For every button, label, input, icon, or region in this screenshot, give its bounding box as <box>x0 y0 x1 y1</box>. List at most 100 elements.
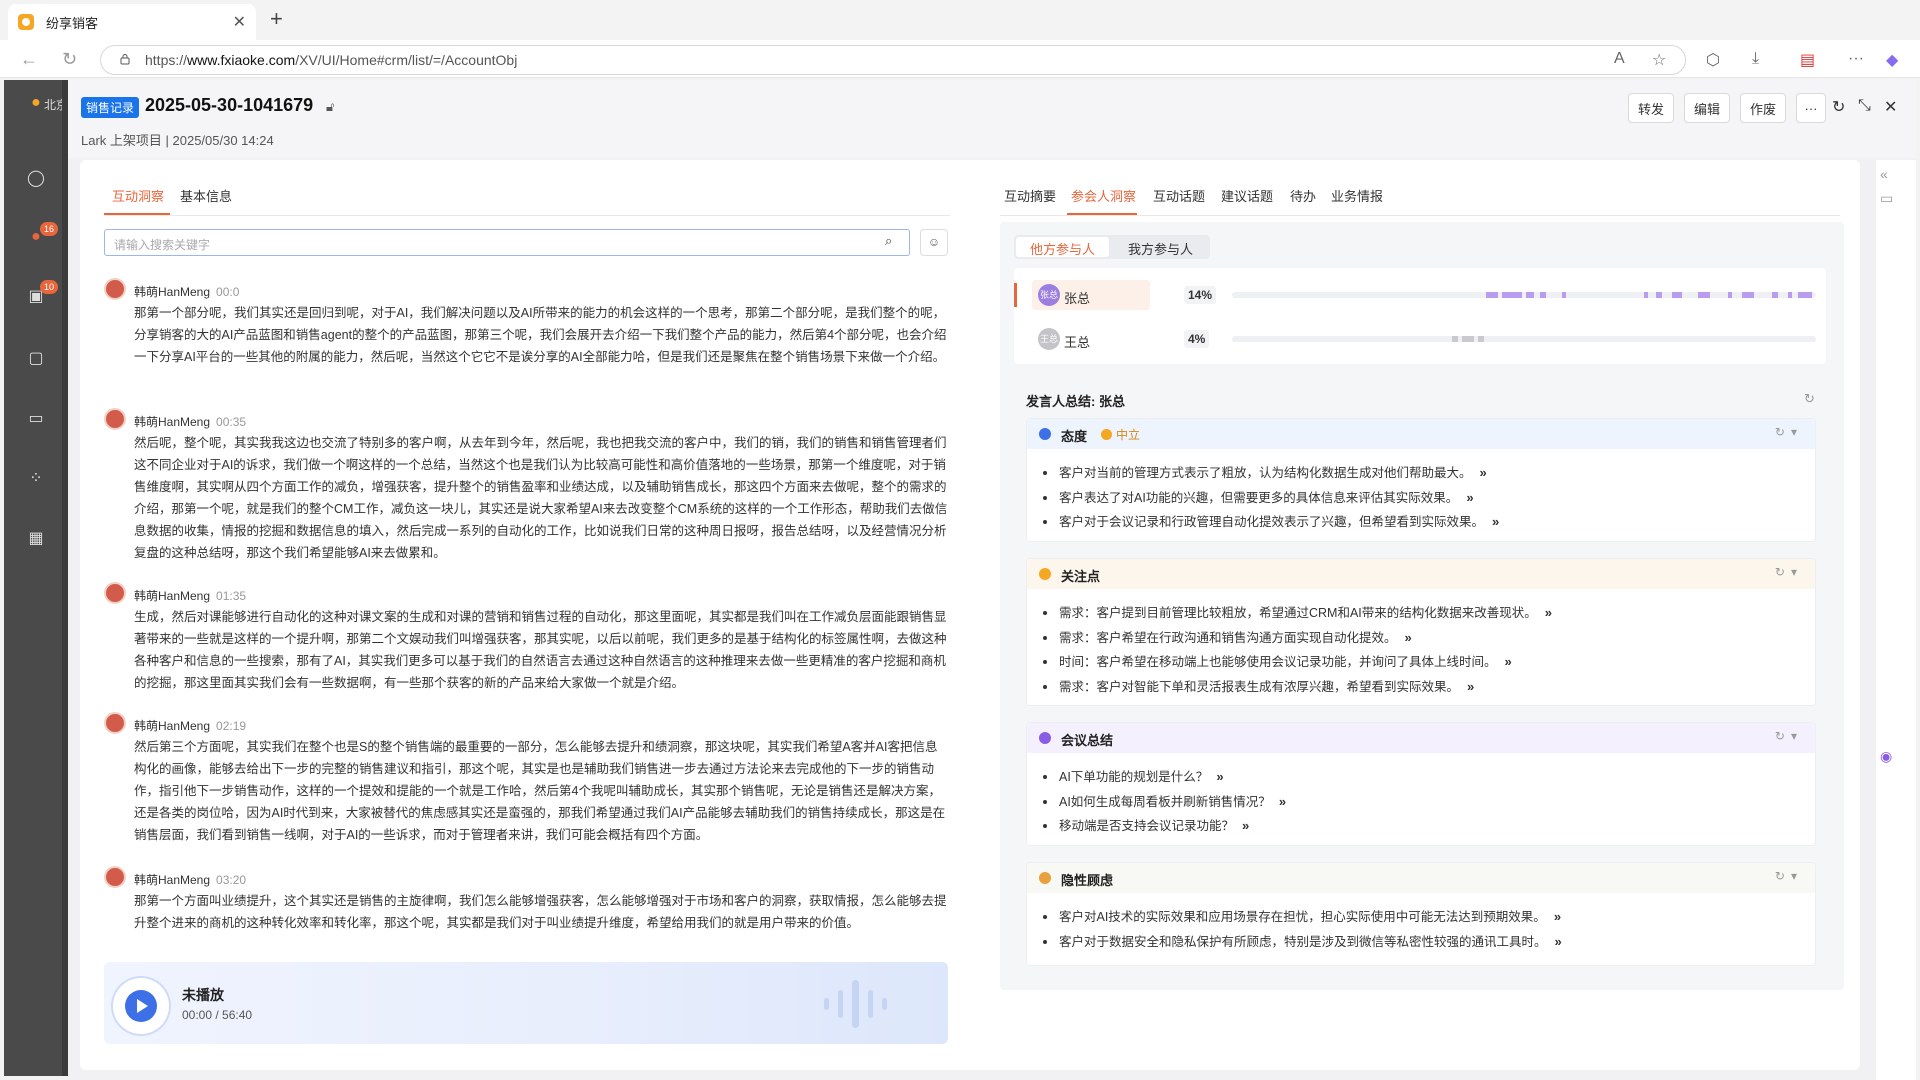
quote-icon[interactable]: » <box>1466 490 1473 505</box>
card-list: 客户对AI技术的实际效果和应用场景存在担忧，担心实际使用中可能无法达到预期效果。… <box>1027 893 1815 954</box>
search-placeholder: 请输入搜索关键字 <box>114 238 211 252</box>
expand-panel-icon[interactable]: « <box>1880 166 1888 182</box>
extensions-icon[interactable]: ⬡ <box>1706 50 1720 70</box>
speech-segment <box>1526 292 1534 298</box>
refresh-collapse-icons[interactable]: ↻▾ <box>1775 729 1803 743</box>
transcript-search-input[interactable]: 请输入搜索关键字 <box>104 229 910 256</box>
speech-segment <box>1644 292 1648 298</box>
back-icon[interactable]: ← <box>20 49 38 70</box>
download-icon[interactable]: ⤓ <box>1752 50 1759 68</box>
speaker-name: 韩萌HanMeng <box>134 589 211 603</box>
speech-timeline-zhang <box>1232 292 1816 298</box>
reload-icon[interactable]: ↻ <box>62 49 77 70</box>
close-icon[interactable]: ✕ <box>1884 97 1897 117</box>
refresh-summary-icon[interactable]: ↻ <box>1804 391 1815 407</box>
app-favicon-icon <box>18 14 34 30</box>
apps-dots-icon[interactable]: ⁘ <box>26 468 46 488</box>
copilot-icon[interactable]: ◆ <box>1886 50 1898 70</box>
timestamp[interactable]: 00:0 <box>216 285 239 299</box>
quote-icon[interactable]: » <box>1405 630 1412 645</box>
card-header: 隐性顾虑 ↻▾ <box>1027 863 1815 893</box>
tab-basic-info[interactable]: 基本信息 <box>180 186 232 205</box>
tab-interaction-summary[interactable]: 互动摘要 <box>1004 186 1056 205</box>
chat-icon[interactable]: ◯ <box>26 168 46 188</box>
void-button[interactable]: 作废 <box>1740 93 1786 123</box>
more-icon[interactable]: ··· <box>1848 50 1864 68</box>
document-icon[interactable]: ▢ <box>26 348 46 368</box>
player-status: 未播放 <box>182 987 224 1003</box>
refresh-collapse-icons[interactable]: ↻▾ <box>1775 425 1803 439</box>
quote-icon[interactable]: » <box>1554 909 1561 924</box>
quote-icon[interactable]: » <box>1467 679 1474 694</box>
quote-icon[interactable]: » <box>1555 934 1562 949</box>
forward-button[interactable]: 转发 <box>1628 93 1674 123</box>
quote-icon[interactable]: » <box>1242 818 1249 833</box>
list-item: 客户对于数据安全和隐私保护有所顾虑，特别是涉及到微信等私密性较强的通讯工具时。 » <box>1041 930 1815 955</box>
favorite-star-icon[interactable]: ☆ <box>1652 50 1666 70</box>
list-item: 客户表达了对AI功能的兴趣，但需要更多的具体信息来评估其实际效果。 » <box>1041 486 1815 511</box>
read-aloud-icon[interactable]: A <box>1614 50 1625 68</box>
ai-assistant-icon[interactable]: ◉ <box>1880 748 1892 765</box>
book-icon[interactable]: ▭ <box>26 408 46 428</box>
timestamp[interactable]: 00:35 <box>216 415 246 429</box>
url-prefix: https:// <box>145 52 188 68</box>
speaker-name: 韩萌HanMeng <box>134 415 211 429</box>
timestamp[interactable]: 02:19 <box>216 719 246 733</box>
sentiment-badge: 中立 <box>1101 426 1140 443</box>
audio-player <box>104 962 948 1044</box>
item-text: 客户对当前的管理方式表示了粗放，认为结构化数据生成对他们帮助最大。 <box>1059 466 1472 480</box>
refresh-icon[interactable]: ↻ <box>1832 97 1845 117</box>
play-button[interactable] <box>113 978 169 1034</box>
url-path: /XV/UI/Home#crm/list/=/AccountObj <box>295 52 518 68</box>
message-text: 然后第三个方面呢，其实我们在整个也是S的整个销售端的最重要的一部分，怎么能够去提… <box>134 740 946 842</box>
focus-icon <box>1039 568 1051 580</box>
item-text: 需求：客户对智能下单和灵活报表生成有浓厚兴趣，希望看到实际效果。 <box>1059 679 1460 694</box>
segment-other-party[interactable]: 他方参与人 <box>1016 237 1110 257</box>
new-tab-icon[interactable]: + <box>270 6 283 32</box>
tab-insight[interactable]: 互动洞察 <box>112 186 164 205</box>
grid-icon[interactable]: ▦ <box>26 528 46 548</box>
address-bar[interactable]: https://www.fxiaoke.com/XV/UI/Home#crm/l… <box>100 45 1686 75</box>
speech-segment <box>1772 292 1778 298</box>
close-tab-icon[interactable]: ✕ <box>233 12 246 32</box>
edit-button[interactable]: 编辑 <box>1684 93 1730 123</box>
card-title: 会议总结 <box>1061 733 1114 748</box>
tab-suggested-topics[interactable]: 建议话题 <box>1221 186 1273 205</box>
quote-icon[interactable]: » <box>1480 465 1487 480</box>
tab-todo[interactable]: 待办 <box>1290 186 1316 205</box>
list-item: 客户对当前的管理方式表示了粗放，认为结构化数据生成对他们帮助最大。 » <box>1041 461 1815 486</box>
tab-participant-insight[interactable]: 参会人洞察 <box>1071 186 1136 205</box>
tab-business-intel[interactable]: 业务情报 <box>1331 186 1383 205</box>
card-title: 隐性顾虑 <box>1061 873 1114 888</box>
avatar <box>104 582 126 604</box>
item-text: 客户对AI技术的实际效果和应用场景存在担忧，担心实际使用中可能无法达到预期效果。 <box>1059 910 1546 924</box>
url-host: www.fxiaoke.com <box>187 52 296 68</box>
avatar: 王总 <box>1038 328 1060 350</box>
quote-icon[interactable]: » <box>1505 654 1512 669</box>
refresh-collapse-icons[interactable]: ↻▾ <box>1775 565 1803 579</box>
search-icon[interactable]: ⌕ <box>885 233 892 249</box>
timestamp[interactable]: 01:35 <box>216 589 246 603</box>
item-text: AI如何生成每周看板并刷新销售情况？ <box>1059 794 1271 809</box>
refresh-collapse-icons[interactable]: ↻▾ <box>1775 869 1803 883</box>
speaker-name: 韩萌HanMeng <box>134 719 211 733</box>
list-item: 移动端是否支持会议记录功能？ » <box>1041 814 1815 839</box>
speech-segment <box>1562 292 1566 298</box>
quote-icon[interactable]: » <box>1279 794 1286 809</box>
quote-icon[interactable]: » <box>1545 605 1552 620</box>
more-actions-button[interactable]: ··· <box>1796 93 1826 123</box>
speaker-filter-button[interactable]: ☺ <box>920 229 948 256</box>
list-item: 需求：客户对智能下单和灵活报表生成有浓厚兴趣，希望看到实际效果。 » <box>1041 675 1815 700</box>
card-header: 会议总结 ↻▾ <box>1027 723 1815 753</box>
quote-icon[interactable]: » <box>1216 769 1223 784</box>
profile-icon[interactable]: ▤ <box>1800 50 1815 70</box>
segment-our-party[interactable]: 我方参与人 <box>1114 237 1207 257</box>
tab-interaction-topics[interactable]: 互动话题 <box>1153 186 1205 205</box>
quote-icon[interactable]: » <box>1492 514 1499 529</box>
browser-tab[interactable]: 纷享销客 ✕ <box>8 4 256 40</box>
calendar-icon[interactable]: ▭ <box>1880 190 1893 207</box>
collapse-icon[interactable]: ⤡ <box>1858 97 1871 115</box>
timestamp[interactable]: 03:20 <box>216 873 246 887</box>
speaker-line: 韩萌HanMeng 00:0 <box>134 283 239 300</box>
summary-card-concerns: 隐性顾虑 ↻▾ 客户对AI技术的实际效果和应用场景存在担忧，担心实际使用中可能无法… <box>1026 862 1816 966</box>
